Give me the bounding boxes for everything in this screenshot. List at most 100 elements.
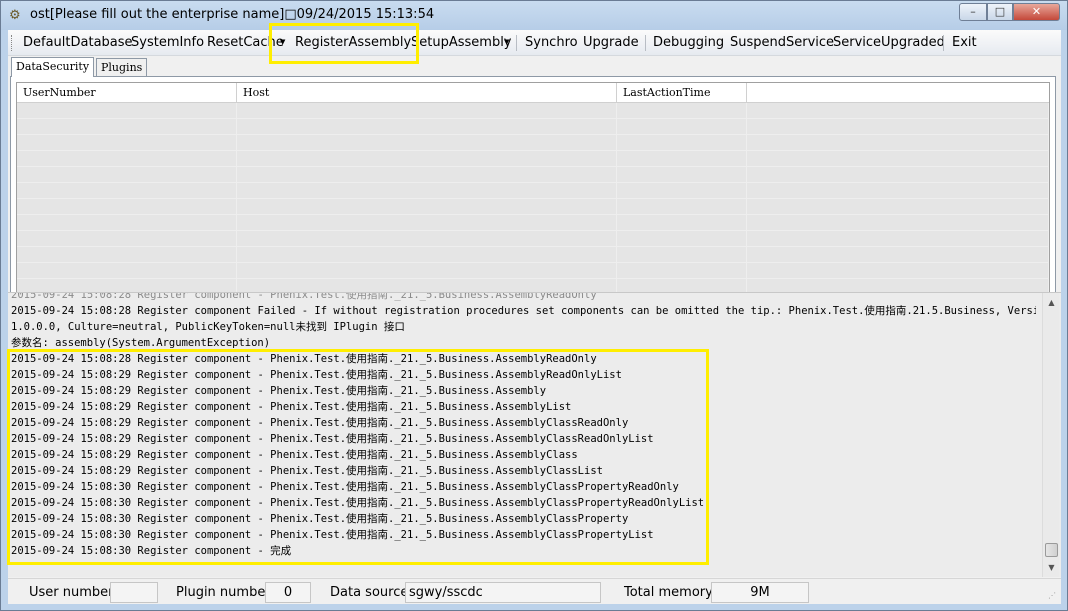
debugging-button[interactable]: Debugging [653,35,724,50]
column-header-host[interactable]: Host [237,83,617,103]
table-cell[interactable] [237,199,617,215]
table-cell[interactable] [17,119,237,135]
table-cell[interactable] [747,135,1049,151]
log-output[interactable]: 2015-09-24 15:08:28 Register component -… [8,292,1061,577]
table-row[interactable] [17,167,1049,183]
resize-grip-icon[interactable]: ⋰ [1048,591,1058,601]
table-row[interactable] [17,103,1049,119]
table-row[interactable] [17,151,1049,167]
toolbar-grip[interactable] [11,35,14,51]
table-cell[interactable] [617,119,747,135]
scroll-down-arrow-icon[interactable]: ▼ [1044,560,1059,576]
table-cell[interactable] [617,183,747,199]
minimize-button[interactable]: – [959,3,987,21]
table-row[interactable] [17,135,1049,151]
table-cell[interactable] [17,231,237,247]
table-cell[interactable] [747,103,1049,119]
maximize-button[interactable]: □ [987,3,1013,21]
sessions-grid[interactable]: UserNumber Host LastActionTime [16,82,1050,313]
table-cell[interactable] [237,263,617,279]
tab-data-security[interactable]: DataSecurity [11,57,95,77]
upgrade-button[interactable]: Upgrade [583,35,639,50]
column-header-last-action-time[interactable]: LastActionTime [617,83,747,103]
service-upgraded-button[interactable]: ServiceUpgraded [833,35,945,50]
table-cell[interactable] [237,247,617,263]
table-cell[interactable] [237,231,617,247]
user-number-value [110,582,158,603]
table-cell[interactable] [237,167,617,183]
table-cell[interactable] [747,247,1049,263]
table-cell[interactable] [17,183,237,199]
scroll-up-arrow-icon[interactable]: ▲ [1044,295,1059,311]
setup-assembly-button[interactable]: SetupAssembly [411,35,512,50]
table-cell[interactable] [17,263,237,279]
table-cell[interactable] [747,215,1049,231]
close-button[interactable]: ✕ [1013,3,1060,21]
register-assembly-button[interactable]: RegisterAssembly [295,35,411,50]
window-title: ost[Please fill out the enterprise name]… [30,7,435,22]
table-cell[interactable] [237,135,617,151]
table-row[interactable] [17,215,1049,231]
table-cell[interactable] [747,119,1049,135]
title-bar[interactable]: ⚙ ost[Please fill out the enterprise nam… [1,1,1067,30]
synchro-button[interactable]: Synchro [525,35,578,50]
table-cell[interactable] [617,103,747,119]
table-cell[interactable] [17,135,237,151]
table-row[interactable] [17,263,1049,279]
table-cell[interactable] [747,167,1049,183]
table-cell[interactable] [237,151,617,167]
grid-body[interactable] [17,103,1049,312]
table-cell[interactable] [17,247,237,263]
log-lines: 2015-09-24 15:08:28 Register component -… [11,292,1036,559]
table-cell[interactable] [747,263,1049,279]
suspend-service-button[interactable]: SuspendService [730,35,834,50]
table-row[interactable] [17,231,1049,247]
table-cell[interactable] [17,215,237,231]
table-cell[interactable] [17,199,237,215]
log-line: 1.0.0.0, Culture=neutral, PublicKeyToken… [11,321,405,333]
log-scrollbar[interactable]: ▲ ▼ [1042,293,1059,577]
table-cell[interactable] [17,167,237,183]
status-bar: User number Plugin number 0 Data source … [8,578,1061,604]
table-cell[interactable] [617,263,747,279]
app-gear-icon[interactable]: ⚙ [9,8,25,24]
table-cell[interactable] [237,215,617,231]
table-cell[interactable] [747,231,1049,247]
table-cell[interactable] [617,151,747,167]
data-security-panel: UserNumber Host LastActionTime [10,76,1056,319]
system-info-button[interactable]: SystemInfo [131,35,204,50]
table-cell[interactable] [17,103,237,119]
log-line: 2015-09-24 15:08:28 Register component F… [11,305,1036,317]
table-cell[interactable] [747,199,1049,215]
reset-cache-button[interactable]: ResetCache [207,35,284,50]
table-cell[interactable] [617,199,747,215]
reset-cache-caret-down-icon[interactable]: ▼ [280,38,285,46]
table-cell[interactable] [747,151,1049,167]
table-cell[interactable] [617,215,747,231]
table-cell[interactable] [237,119,617,135]
column-header-filler [747,83,1049,103]
table-cell[interactable] [17,151,237,167]
toolbar-separator [645,35,646,51]
client-area: DefaultDatabase SystemInfo ResetCache ▼ … [8,30,1061,604]
tab-plugins[interactable]: Plugins [96,58,148,77]
log-line: 2015-09-24 15:08:28 Register component -… [11,353,597,365]
table-cell[interactable] [237,103,617,119]
column-header-user-number[interactable]: UserNumber [17,83,237,103]
table-cell[interactable] [237,183,617,199]
table-row[interactable] [17,183,1049,199]
exit-button[interactable]: Exit [952,35,977,50]
setup-assembly-caret-down-icon[interactable]: ▼ [504,38,509,46]
table-row[interactable] [17,199,1049,215]
table-cell[interactable] [617,167,747,183]
table-row[interactable] [17,247,1049,263]
log-line: 2015-09-24 15:08:29 Register component -… [11,465,603,477]
default-database-button[interactable]: DefaultDatabase [23,35,133,50]
scroll-thumb[interactable] [1045,543,1058,557]
table-cell[interactable] [617,135,747,151]
table-row[interactable] [17,119,1049,135]
table-cell[interactable] [617,231,747,247]
log-line: 2015-09-24 15:08:28 Register component -… [11,292,597,301]
table-cell[interactable] [747,183,1049,199]
table-cell[interactable] [617,247,747,263]
